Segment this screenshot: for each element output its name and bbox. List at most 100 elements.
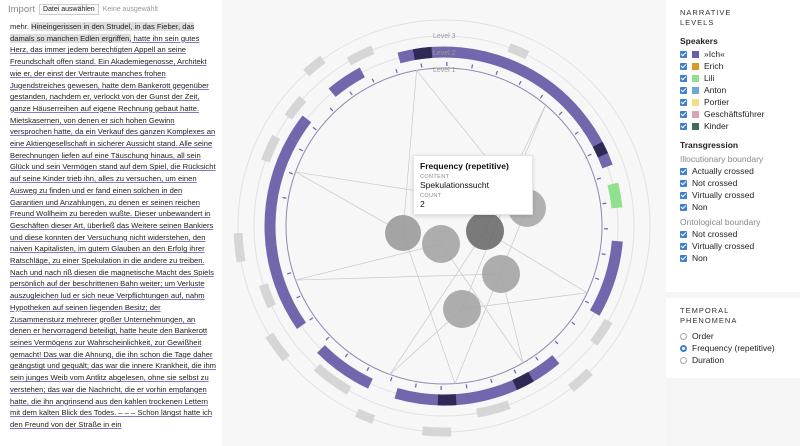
segment-arc — [476, 400, 511, 418]
radio-button[interactable] — [680, 356, 687, 364]
illocutionary-row[interactable]: Non — [680, 201, 790, 213]
narrative-levels-box: NARRATIVE LEVELS Speakers »Ich« Erich Lili… — [666, 0, 800, 292]
segment-arc — [265, 332, 290, 362]
speaker-row[interactable]: Lili — [680, 72, 790, 84]
illocutionary-label: Virtually crossed — [692, 190, 755, 200]
illocutionary-row[interactable]: Virtually crossed — [680, 189, 790, 201]
tick-mark — [587, 153, 592, 157]
radial-visualization[interactable]: Level 3 Level 2 Level 1 Frequency (repet… — [222, 0, 666, 446]
checkbox[interactable] — [680, 50, 687, 58]
text-segment[interactable]: mehr. — [10, 22, 31, 31]
speaker-label: Lili — [704, 73, 715, 83]
temporal-option-label: Order — [692, 331, 714, 341]
color-swatch — [692, 86, 699, 94]
tick-mark — [349, 91, 353, 96]
text-segment[interactable]: hatte ihn sein gutes Herz, das immer jed… — [10, 34, 216, 418]
tick-mark — [395, 68, 398, 74]
level-label: Level 2 — [433, 50, 456, 57]
section-heading: LEVELS — [680, 18, 715, 27]
segment-arc — [568, 368, 593, 392]
checkbox[interactable] — [680, 167, 687, 175]
radio-button[interactable] — [680, 332, 687, 340]
checkbox[interactable] — [680, 254, 687, 262]
checkbox[interactable] — [680, 98, 687, 106]
segment-arc — [233, 232, 246, 263]
legend-panel: NARRATIVE LEVELS Speakers »Ich« Erich Lili… — [666, 0, 800, 446]
segment-arc — [259, 283, 276, 309]
checkbox[interactable] — [680, 74, 687, 82]
speaker-row[interactable]: »Ich« — [680, 48, 790, 60]
tick-mark — [366, 366, 370, 372]
segment-arc — [261, 134, 281, 163]
temporal-option[interactable]: Frequency (repetitive) — [680, 342, 790, 354]
illocutionary-label: Not crossed — [692, 178, 738, 188]
color-swatch — [692, 50, 699, 58]
ontological-label: Not crossed — [692, 229, 738, 239]
ontological-row[interactable]: Virtually crossed — [680, 240, 790, 252]
temporal-option-label: Duration — [692, 355, 725, 365]
speaker-label: Geschäftsführer — [704, 109, 765, 119]
speaker-row[interactable]: Portier — [680, 96, 790, 108]
level-label: Level 3 — [433, 33, 456, 40]
checkbox[interactable] — [680, 191, 687, 199]
checkbox[interactable] — [680, 242, 687, 250]
radio-button[interactable] — [680, 344, 687, 352]
color-swatch — [692, 98, 699, 106]
tick-mark — [558, 111, 563, 116]
text-panel: Import Datei auswählen Keine ausgewählt … — [0, 0, 222, 446]
checkbox[interactable] — [680, 179, 687, 187]
ontological-row[interactable]: Non — [680, 252, 790, 264]
speakers-list: »Ich« Erich Lili Anton Portier Geschäftsführe… — [680, 48, 790, 132]
choose-file-button[interactable]: Datei auswählen — [38, 3, 99, 15]
phenomenon-bubble — [422, 225, 460, 263]
highlight-arc — [592, 141, 608, 158]
illocutionary-row[interactable]: Not crossed — [680, 177, 790, 189]
tick-mark — [282, 196, 287, 199]
temporal-phenomena-box: TEMPORAL PHENOMENA Order Frequency (repet… — [666, 298, 800, 378]
section-heading: PHENOMENA — [680, 316, 738, 325]
temporal-option[interactable]: Order — [680, 330, 790, 342]
speaker-row[interactable]: Kinder — [680, 120, 790, 132]
temporal-option-label: Frequency (repetitive) — [692, 343, 775, 353]
checkbox[interactable] — [680, 203, 687, 211]
section-heading: NARRATIVE — [680, 8, 732, 17]
tick-mark — [584, 300, 590, 304]
ontological-row[interactable]: Not crossed — [680, 228, 790, 240]
segment-arc — [421, 426, 452, 437]
checkbox[interactable] — [680, 110, 687, 118]
highlight-arc — [512, 371, 534, 390]
tick-mark — [596, 177, 602, 180]
speaker-label: Kinder — [704, 121, 729, 131]
tick-mark — [602, 202, 607, 205]
radial-chart[interactable]: Level 3 Level 2 Level 1 — [222, 0, 666, 446]
connector-line — [295, 273, 502, 281]
tick-mark — [288, 172, 293, 175]
tick-mark — [471, 64, 474, 69]
tick-mark — [329, 107, 334, 112]
illocutionary-title: Illocutionary boundary — [680, 154, 764, 164]
checkbox[interactable] — [680, 122, 687, 130]
speaker-row[interactable]: Geschäftsführer — [680, 108, 790, 120]
tick-mark — [539, 94, 544, 99]
story-text: mehr. Hineingerissen in den Strudel, in … — [0, 18, 222, 431]
section-heading: TEMPORAL — [680, 306, 730, 315]
checkbox[interactable] — [680, 62, 687, 70]
speaker-row[interactable]: Anton — [680, 84, 790, 96]
speaker-row[interactable]: Erich — [680, 60, 790, 72]
tick-mark — [325, 336, 330, 341]
speaker-arc — [589, 240, 623, 316]
tick-mark — [595, 277, 600, 280]
file-status: Keine ausgewählt — [102, 5, 158, 13]
temporal-option[interactable]: Duration — [680, 354, 790, 366]
segment-arc — [303, 55, 326, 77]
illocutionary-row[interactable]: Actually crossed — [680, 165, 790, 177]
checkbox[interactable] — [680, 230, 687, 238]
tick-mark — [601, 253, 606, 256]
checkbox[interactable] — [680, 86, 687, 94]
color-swatch — [692, 74, 699, 82]
level-label: Level 1 — [433, 67, 456, 74]
transgression-title: Transgression — [680, 140, 739, 150]
tick-mark — [465, 384, 468, 389]
speaker-arc — [288, 115, 312, 142]
tick-mark — [571, 321, 576, 326]
